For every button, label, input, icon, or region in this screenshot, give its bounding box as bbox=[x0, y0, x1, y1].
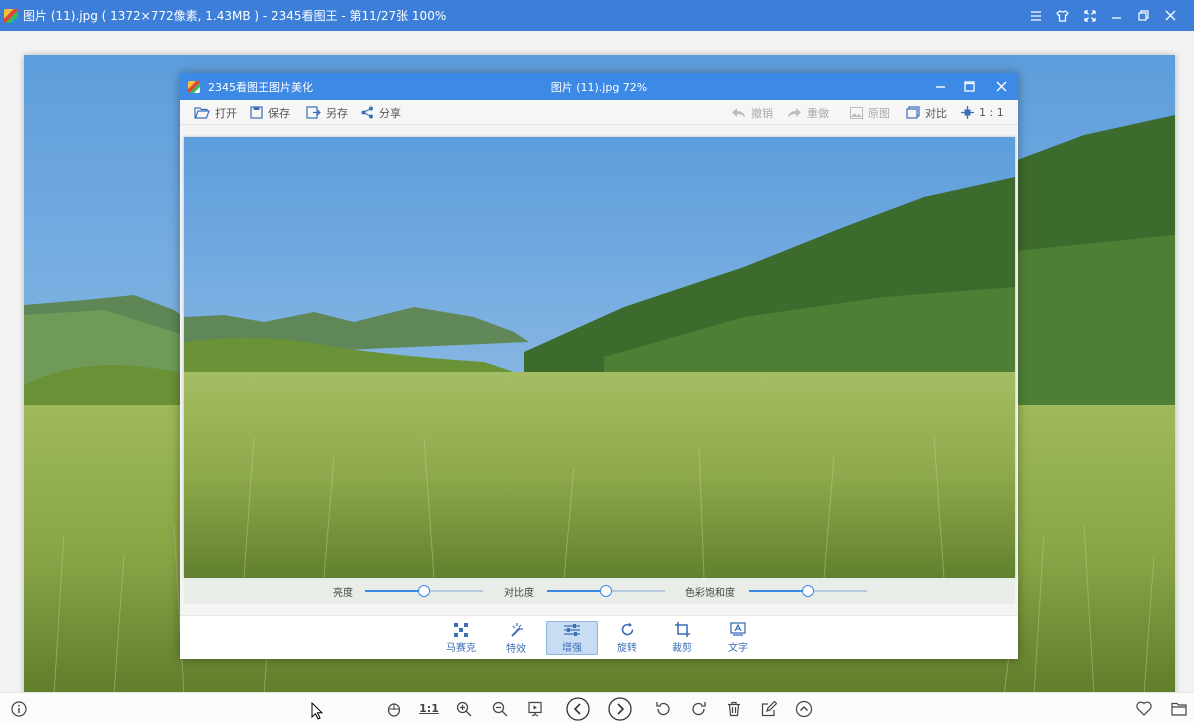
more-up-icon[interactable] bbox=[789, 693, 819, 723]
delete-icon[interactable] bbox=[719, 693, 749, 723]
image-icon bbox=[850, 106, 863, 119]
original-button[interactable]: 原图 bbox=[850, 100, 890, 125]
edit-icon[interactable] bbox=[754, 693, 784, 723]
share-button[interactable]: 分享 bbox=[361, 100, 401, 125]
rotate-left-icon[interactable] bbox=[648, 693, 678, 723]
save-as-button[interactable]: 另存 bbox=[306, 100, 348, 125]
brightness-slider[interactable] bbox=[365, 585, 483, 597]
undo-icon bbox=[732, 107, 745, 118]
editor-photo bbox=[184, 137, 1015, 578]
compare-icon bbox=[906, 106, 920, 119]
open-button[interactable]: 打开 bbox=[194, 100, 237, 125]
minimize-icon[interactable] bbox=[1103, 0, 1130, 31]
main-titlebar[interactable]: 图片 (11).jpg ( 1372×772像素, 1.43MB ) - 234… bbox=[0, 0, 1194, 31]
actual-size-button[interactable]: 1 : 1 bbox=[961, 100, 1004, 125]
enhance-tool[interactable]: 增强 bbox=[546, 621, 598, 655]
editor-app-name: 2345看图王图片美化 bbox=[208, 80, 313, 94]
editor-toolbar: 打开 保存 另存 分享 撤销 重做 原图 对比 1: 1 bbox=[180, 100, 1018, 125]
crop-icon bbox=[674, 622, 690, 637]
editor-canvas[interactable]: 亮度 对比度 色彩饱和度 bbox=[180, 125, 1018, 615]
restore-icon[interactable] bbox=[1130, 0, 1157, 31]
zoom-in-icon[interactable] bbox=[449, 693, 479, 723]
window-title: 图片 (11).jpg ( 1372×772像素, 1.43MB ) - 234… bbox=[23, 9, 447, 23]
next-image-icon[interactable] bbox=[605, 693, 635, 723]
save-icon bbox=[250, 106, 263, 119]
folder-open-icon bbox=[194, 107, 210, 119]
zoom-out-icon[interactable] bbox=[485, 693, 515, 723]
image-editor-window[interactable]: 2345看图王图片美化 图片 (11).jpg 72% 打开 保存 另存 分享 bbox=[180, 73, 1018, 659]
crop-tool[interactable]: 裁剪 bbox=[656, 621, 708, 655]
actual-size-icon bbox=[961, 106, 974, 119]
info-icon[interactable] bbox=[4, 693, 34, 723]
redo-button[interactable]: 重做 bbox=[787, 100, 829, 125]
app-logo-icon bbox=[4, 8, 18, 23]
brightness-slider-thumb[interactable] bbox=[418, 585, 430, 597]
contrast-slider-thumb[interactable] bbox=[600, 585, 612, 597]
editor-close-icon[interactable] bbox=[985, 73, 1017, 100]
compare-button[interactable]: 对比 bbox=[906, 100, 947, 125]
effects-tool[interactable]: 特效 bbox=[490, 621, 542, 655]
mouse-cursor-icon bbox=[311, 702, 323, 720]
slideshow-icon[interactable] bbox=[520, 693, 550, 723]
brightness-label: 亮度 bbox=[333, 588, 353, 599]
magic-wand-icon bbox=[511, 622, 523, 637]
text-tool[interactable]: 文字 bbox=[712, 621, 764, 655]
undo-button[interactable]: 撤销 bbox=[731, 100, 773, 125]
editor-minimize-icon[interactable] bbox=[924, 73, 956, 100]
mosaic-icon bbox=[454, 622, 468, 637]
actual-size-toggle[interactable]: 1:1 bbox=[414, 693, 444, 723]
skin-icon[interactable] bbox=[1049, 0, 1076, 31]
contrast-slider[interactable] bbox=[547, 585, 665, 597]
redo-icon bbox=[788, 107, 801, 118]
menu-icon[interactable] bbox=[1022, 0, 1049, 31]
previous-image-icon[interactable] bbox=[563, 693, 593, 723]
text-icon bbox=[730, 622, 746, 636]
adjust-slider-bar: 亮度 对比度 色彩饱和度 bbox=[184, 578, 1015, 604]
editor-logo-icon bbox=[188, 80, 200, 93]
close-icon[interactable] bbox=[1157, 0, 1184, 31]
favorite-icon[interactable] bbox=[1129, 693, 1159, 723]
editor-maximize-icon[interactable] bbox=[953, 73, 985, 100]
folder-icon[interactable] bbox=[1164, 693, 1194, 723]
save-as-icon bbox=[306, 106, 321, 119]
saturation-slider-thumb[interactable] bbox=[802, 585, 814, 597]
sliders-icon bbox=[564, 623, 580, 636]
editor-tool-bar: 马赛克 特效 增强 旋转 裁剪 文字 bbox=[180, 615, 1018, 659]
bottom-toolbar: 1:1 bbox=[0, 692, 1194, 723]
contrast-label: 对比度 bbox=[504, 588, 534, 599]
zoom-fit-icon[interactable] bbox=[379, 693, 409, 723]
fullscreen-icon[interactable] bbox=[1076, 0, 1103, 31]
mosaic-tool[interactable]: 马赛克 bbox=[435, 621, 487, 655]
rotate-right-icon[interactable] bbox=[684, 693, 714, 723]
save-button[interactable]: 保存 bbox=[250, 100, 290, 125]
rotate-tool[interactable]: 旋转 bbox=[601, 621, 653, 655]
saturation-slider[interactable] bbox=[749, 585, 867, 597]
editor-titlebar[interactable]: 2345看图王图片美化 图片 (11).jpg 72% bbox=[180, 73, 1018, 100]
saturation-label: 色彩饱和度 bbox=[685, 588, 735, 599]
share-icon bbox=[361, 106, 373, 119]
rotate-icon bbox=[621, 622, 633, 636]
